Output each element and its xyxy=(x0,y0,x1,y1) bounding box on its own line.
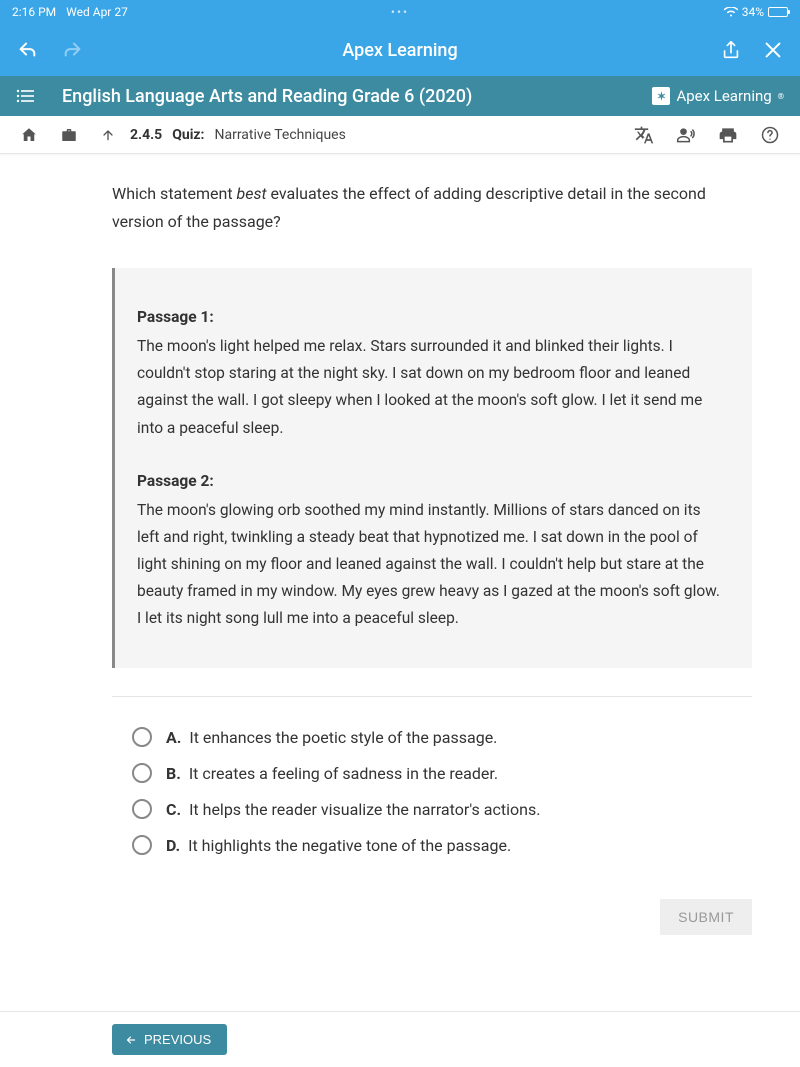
status-bar: 2:16 PM Wed Apr 27 ••• 34% xyxy=(0,0,800,24)
read-aloud-button[interactable] xyxy=(676,125,696,145)
passage-box: Passage 1: The moon's light helped me re… xyxy=(112,268,752,668)
up-button[interactable] xyxy=(100,127,116,143)
answer-text: It helps the reader visualize the narrat… xyxy=(189,800,540,819)
translate-button[interactable] xyxy=(634,125,654,145)
answer-list: A. It enhances the poetic style of the p… xyxy=(112,719,752,863)
answer-option-a[interactable]: A. It enhances the poetic style of the p… xyxy=(112,719,752,755)
passage-2-body: The moon's glowing orb soothed my mind i… xyxy=(137,497,726,633)
radio-icon xyxy=(132,835,152,855)
answer-letter: B. xyxy=(166,764,181,783)
breadcrumb-item: 2.4.5 Quiz: Narrative Techniques xyxy=(130,127,346,143)
question-text: Which statement best evaluates the effec… xyxy=(112,180,752,236)
submit-button[interactable]: SUBMIT xyxy=(660,899,752,935)
passage-1-title: Passage 1: xyxy=(137,304,726,331)
footer-bar: PREVIOUS xyxy=(0,1011,800,1067)
passage-2-title: Passage 2: xyxy=(137,468,726,495)
home-button[interactable] xyxy=(20,126,38,144)
arrow-left-icon xyxy=(124,1034,138,1046)
breadcrumb-label: Narrative Techniques xyxy=(214,127,345,143)
status-time: 2:16 PM xyxy=(12,5,56,19)
back-button[interactable] xyxy=(16,39,38,61)
question-pre: Which statement xyxy=(112,184,237,203)
status-date: Wed Apr 27 xyxy=(66,5,128,19)
close-button[interactable] xyxy=(762,39,784,61)
wifi-icon xyxy=(724,7,738,17)
content-area: Which statement best evaluates the effec… xyxy=(112,154,752,935)
apex-logo-text: Apex Learning xyxy=(676,87,771,105)
answer-text: It enhances the poetic style of the pass… xyxy=(189,728,497,747)
status-dots: ••• xyxy=(391,5,409,19)
course-bar: English Language Arts and Reading Grade … xyxy=(0,76,800,116)
breadcrumb-number: 2.4.5 xyxy=(130,127,162,143)
battery-pct: 34% xyxy=(742,5,764,19)
breadcrumb-type: Quiz: xyxy=(172,127,204,143)
radio-icon xyxy=(132,799,152,819)
radio-icon xyxy=(132,763,152,783)
browser-nav-bar: Apex Learning xyxy=(0,24,800,76)
print-button[interactable] xyxy=(718,125,738,145)
previous-label: PREVIOUS xyxy=(144,1032,211,1047)
page-title: Apex Learning xyxy=(342,40,457,61)
radio-icon xyxy=(132,727,152,747)
question-em: best xyxy=(237,184,267,203)
apex-logo: ✶ Apex Learning® xyxy=(652,87,784,105)
course-title: English Language Arts and Reading Grade … xyxy=(62,86,472,107)
answer-text: It highlights the negative tone of the p… xyxy=(188,836,511,855)
answer-letter: D. xyxy=(166,836,180,855)
answer-option-d[interactable]: D. It highlights the negative tone of th… xyxy=(112,827,752,863)
help-button[interactable] xyxy=(760,125,780,145)
apex-logo-icon: ✶ xyxy=(652,87,670,105)
battery-icon xyxy=(768,7,788,17)
previous-button[interactable]: PREVIOUS xyxy=(112,1024,227,1055)
divider xyxy=(112,696,752,697)
answer-option-c[interactable]: C. It helps the reader visualize the nar… xyxy=(112,791,752,827)
answer-letter: C. xyxy=(166,800,181,819)
briefcase-button[interactable] xyxy=(60,126,78,144)
share-button[interactable] xyxy=(720,39,742,61)
answer-letter: A. xyxy=(166,728,181,747)
answer-text: It creates a feeling of sadness in the r… xyxy=(189,764,498,783)
breadcrumb-bar: 2.4.5 Quiz: Narrative Techniques xyxy=(0,116,800,154)
forward-button[interactable] xyxy=(62,39,84,61)
passage-1-body: The moon's light helped me relax. Stars … xyxy=(137,333,726,442)
answer-option-b[interactable]: B. It creates a feeling of sadness in th… xyxy=(112,755,752,791)
menu-button[interactable] xyxy=(16,89,34,103)
